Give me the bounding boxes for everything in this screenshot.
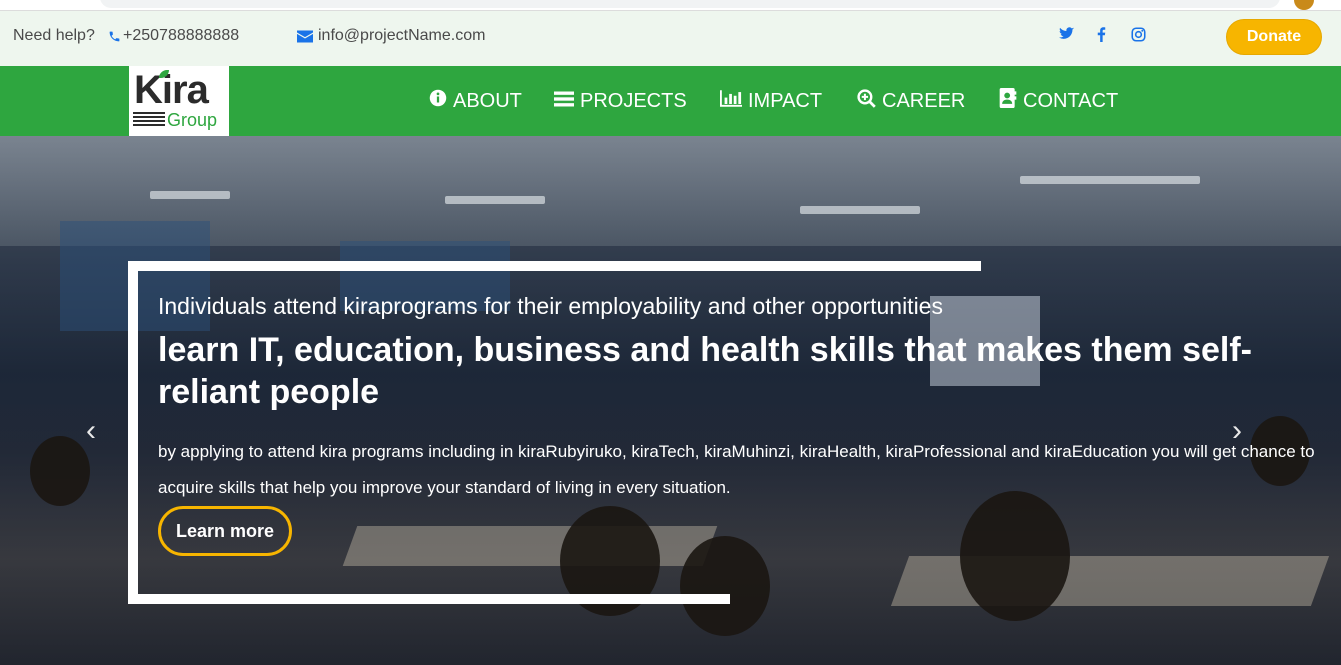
- profile-avatar[interactable]: [1294, 0, 1314, 10]
- nav-about-label: ABOUT: [453, 89, 522, 112]
- hero-frame-left: [128, 261, 138, 604]
- hero-subtitle: Individuals attend kiraprograms for thei…: [158, 293, 943, 319]
- donate-button[interactable]: Donate: [1226, 19, 1322, 55]
- logo-wordmark: Kira: [134, 68, 209, 112]
- address-bar[interactable]: [100, 0, 1280, 8]
- hero-description: by applying to attend kira programs incl…: [158, 442, 1315, 497]
- info-circle-icon: [429, 89, 447, 113]
- hero-frame-bottom: [128, 594, 730, 604]
- background-desk: [342, 526, 718, 566]
- email-contact[interactable]: info@projectName.com: [297, 27, 485, 45]
- phone-contact[interactable]: +250788888888: [108, 27, 239, 45]
- envelope-icon: [297, 30, 313, 43]
- bar-chart-icon: [720, 89, 742, 113]
- list-icon: [554, 90, 574, 113]
- nav-impact-label: IMPACT: [748, 89, 823, 112]
- nav-impact[interactable]: IMPACT: [720, 66, 822, 136]
- hero-frame-top: [128, 261, 981, 271]
- instagram-icon[interactable]: [1131, 27, 1146, 42]
- nav-contact[interactable]: CONTACT: [999, 66, 1118, 136]
- ceiling-light: [445, 196, 545, 204]
- kira-group-logo[interactable]: Kira Group: [129, 66, 229, 136]
- search-plus-icon: [857, 88, 876, 114]
- nav-projects-label: PROJECTS: [580, 89, 687, 112]
- top-info-bar: Need help? +250788888888 info@projectNam…: [0, 11, 1341, 66]
- background-person: [30, 436, 90, 506]
- hero-title: learn IT, education, business and health…: [158, 331, 1252, 411]
- need-help-label: Need help?: [13, 27, 95, 44]
- logo-lines-icon: [133, 112, 165, 126]
- email-address: info@projectName.com: [318, 27, 486, 44]
- logo-subtext: Group: [167, 110, 218, 130]
- ceiling-light: [800, 206, 920, 214]
- nav-career[interactable]: CAREER: [857, 66, 965, 136]
- nav-contact-label: CONTACT: [1023, 89, 1119, 112]
- facebook-icon[interactable]: [1097, 27, 1106, 42]
- background-desk: [890, 556, 1330, 606]
- ceiling-light: [1020, 176, 1200, 184]
- background-person: [960, 491, 1070, 621]
- hero-carousel: Individuals attend kiraprograms for thei…: [0, 136, 1341, 665]
- carousel-next-icon[interactable]: ›: [1232, 414, 1242, 448]
- nav-career-label: CAREER: [882, 89, 966, 112]
- background-person: [680, 536, 770, 636]
- ceiling-light: [150, 191, 230, 199]
- nav-projects[interactable]: PROJECTS: [554, 66, 687, 136]
- browser-chrome-strip: [0, 0, 1341, 11]
- learn-more-button[interactable]: Learn more: [158, 506, 292, 556]
- nav-about[interactable]: ABOUT: [429, 66, 522, 136]
- carousel-prev-icon[interactable]: ‹: [86, 414, 96, 448]
- phone-number: +250788888888: [123, 27, 240, 44]
- main-navbar: Kira Group ABOUT PROJECTS IMPACT CAREER …: [0, 66, 1341, 136]
- contact-card-icon: [999, 88, 1017, 114]
- phone-icon: [108, 30, 121, 43]
- twitter-icon[interactable]: [1059, 27, 1074, 40]
